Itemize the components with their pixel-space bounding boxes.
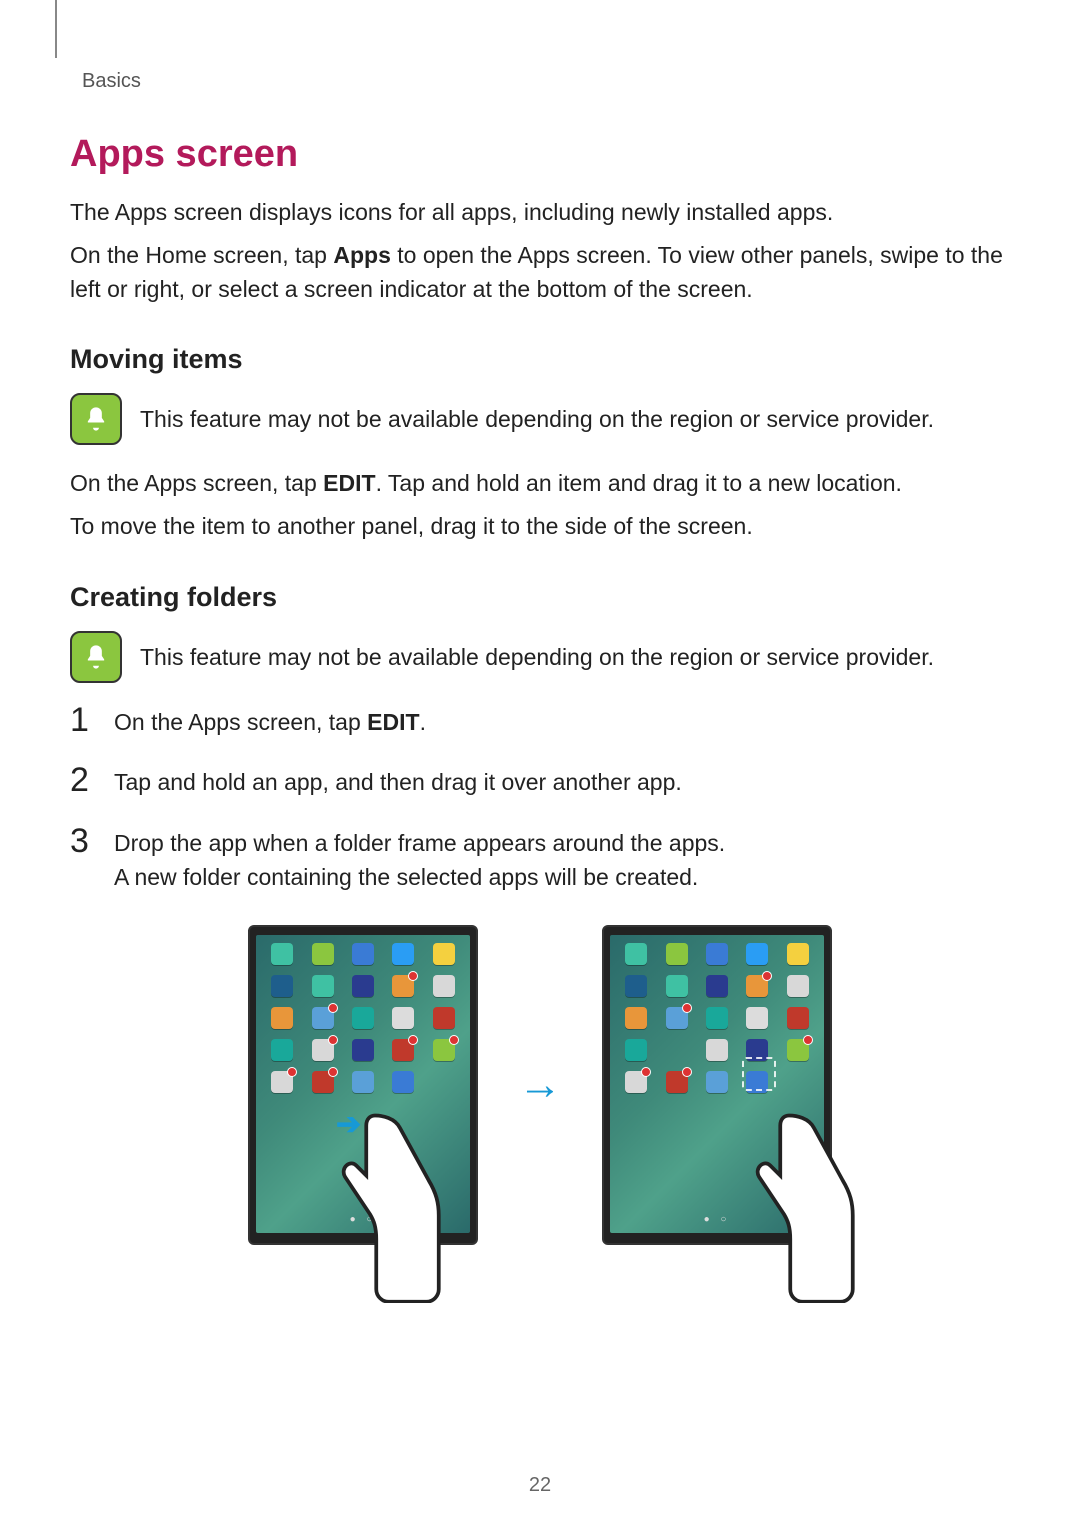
hand-icon <box>714 1103 864 1303</box>
app-icon <box>312 943 334 965</box>
text: Tap and hold an app, and then drag it ov… <box>114 765 682 800</box>
text: On the Apps screen, tap <box>70 470 323 496</box>
text: . Tap and hold an item and drag it to a … <box>376 470 902 496</box>
intro-paragraph-1: The Apps screen displays icons for all a… <box>70 196 1010 229</box>
app-icon <box>392 1007 414 1029</box>
app-icon <box>312 975 334 997</box>
app-icon <box>271 943 293 965</box>
figure-row: ● ○ ➔ → ● ○ <box>70 925 1010 1245</box>
text: . <box>420 709 426 735</box>
page-number: 22 <box>0 1474 1080 1497</box>
edit-label: EDIT <box>323 470 375 496</box>
hand-icon <box>300 1103 450 1303</box>
text: Drop the app when a folder frame appears… <box>114 826 725 861</box>
note-row: This feature may not be available depend… <box>70 393 1010 445</box>
tablet-after: ● ○ <box>602 925 832 1245</box>
app-icon <box>312 1039 334 1061</box>
app-icon <box>392 975 414 997</box>
arrow-right-icon: → <box>518 1060 562 1110</box>
app-icon <box>787 975 809 997</box>
page-title: Apps screen <box>70 133 1010 176</box>
app-icon <box>666 1071 688 1093</box>
folder-frame <box>742 1057 776 1091</box>
app-icon <box>746 943 768 965</box>
app-icon <box>433 1007 455 1029</box>
app-icon <box>352 1071 374 1093</box>
breadcrumb: Basics <box>82 70 1010 93</box>
app-icon <box>706 943 728 965</box>
bell-icon <box>70 393 122 445</box>
note-text: This feature may not be available depend… <box>140 403 934 435</box>
app-icon <box>312 1071 334 1093</box>
app-icon <box>271 1039 293 1061</box>
app-icon <box>666 975 688 997</box>
app-icon <box>625 975 647 997</box>
text: On the Apps screen, tap <box>114 709 367 735</box>
app-icon <box>352 1007 374 1029</box>
app-icon <box>625 1007 647 1029</box>
app-icon <box>787 1007 809 1029</box>
app-icon <box>271 1007 293 1029</box>
app-icon <box>706 1071 728 1093</box>
app-icon <box>433 975 455 997</box>
app-icon <box>666 1007 688 1029</box>
note-row: This feature may not be available depend… <box>70 631 1010 683</box>
app-icon <box>352 975 374 997</box>
step-2: Tap and hold an app, and then drag it ov… <box>70 765 1010 800</box>
app-icon <box>271 975 293 997</box>
app-icon <box>352 1039 374 1061</box>
app-icon <box>625 1071 647 1093</box>
moving-p2: To move the item to another panel, drag … <box>70 510 1010 543</box>
app-icon <box>706 975 728 997</box>
tablet-before: ● ○ ➔ <box>248 925 478 1245</box>
app-icon <box>312 1007 334 1029</box>
steps-list: On the Apps screen, tap EDIT. Tap and ho… <box>70 705 1010 895</box>
intro-paragraph-2: On the Home screen, tap Apps to open the… <box>70 239 1010 306</box>
app-icon <box>787 943 809 965</box>
text: A new folder containing the selected app… <box>114 860 725 895</box>
app-icon <box>271 1071 293 1093</box>
app-icon <box>433 943 455 965</box>
step-3: Drop the app when a folder frame appears… <box>70 826 1010 895</box>
moving-p1: On the Apps screen, tap EDIT. Tap and ho… <box>70 467 1010 500</box>
creating-folders-heading: Creating folders <box>70 582 1010 613</box>
app-icon <box>666 943 688 965</box>
step-1: On the Apps screen, tap EDIT. <box>70 705 1010 740</box>
apps-label: Apps <box>333 242 391 268</box>
app-icon <box>625 943 647 965</box>
app-icon <box>392 943 414 965</box>
app-icon <box>392 1071 414 1093</box>
edit-label: EDIT <box>367 709 419 735</box>
bell-icon <box>70 631 122 683</box>
app-icon <box>392 1039 414 1061</box>
app-icon <box>352 943 374 965</box>
text: On the Home screen, tap <box>70 242 333 268</box>
moving-items-heading: Moving items <box>70 344 1010 375</box>
note-text: This feature may not be available depend… <box>140 641 934 673</box>
app-icon <box>746 1007 768 1029</box>
app-icon <box>706 1007 728 1029</box>
header-rule <box>55 0 57 58</box>
app-icon <box>746 975 768 997</box>
app-icon <box>433 1039 455 1061</box>
